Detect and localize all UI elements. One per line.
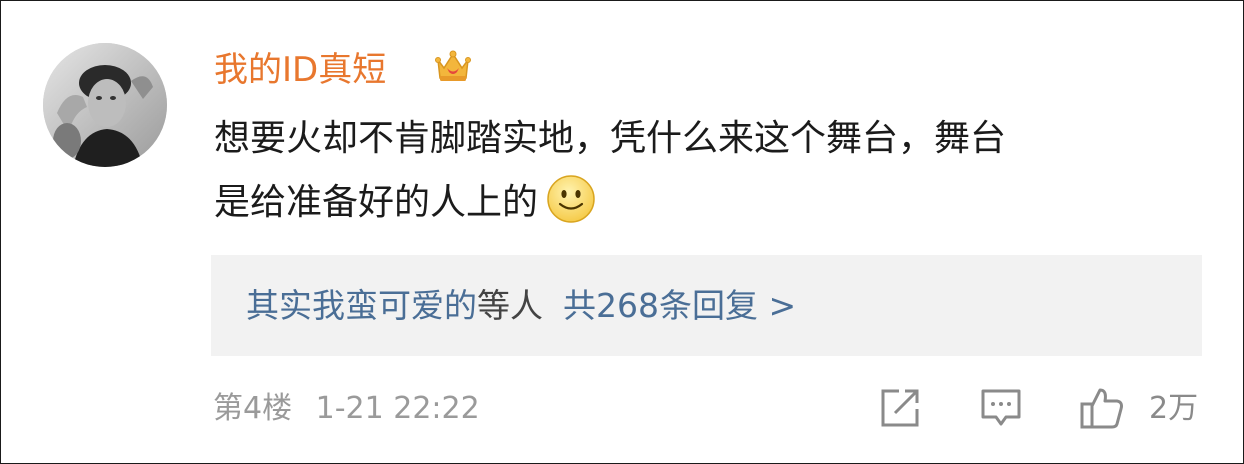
- comment-text-line-1: 想要火却不肯脚踏实地，凭什么来这个舞台，舞台: [214, 118, 1007, 159]
- like-count: 2万: [1149, 391, 1199, 426]
- avatar-photo: [43, 43, 167, 167]
- comment-icon[interactable]: [978, 385, 1024, 431]
- reply-users-link[interactable]: 其实我蛮可爱的: [246, 286, 477, 325]
- replies-summary: 其实我蛮可爱的等人 共268条回复 >: [246, 255, 796, 356]
- view-replies-link[interactable]: 共268条回复 >: [563, 286, 796, 325]
- crown-badge-icon: [433, 46, 473, 86]
- smiley-emoji-icon: [546, 174, 596, 224]
- thumbs-up-icon[interactable]: [1079, 385, 1125, 431]
- reply-and-text: 等人: [477, 286, 543, 325]
- timestamp: 1-21 22:22: [315, 391, 480, 426]
- comment-meta: 第4楼 1-21 22:22: [213, 387, 480, 431]
- comment-content: 想要火却不肯脚踏实地，凭什么来这个舞台，舞台 是给准备好的人上的: [214, 107, 1204, 235]
- username[interactable]: 我的ID真短: [214, 45, 386, 95]
- floor-number: 第4楼: [213, 391, 293, 426]
- comment-text-line-2-text: 是给准备好的人上的: [214, 182, 539, 223]
- avatar[interactable]: [43, 43, 167, 167]
- replies-preview[interactable]: 其实我蛮可爱的等人 共268条回复 >: [211, 255, 1202, 356]
- comment-text-line-2: 是给准备好的人上的: [214, 171, 1204, 235]
- share-icon[interactable]: [877, 385, 923, 431]
- comment-card: 我的ID真短 想要火却不肯脚踏实地，凭什么来这个舞台，舞台 是给准备好的人上的: [0, 0, 1244, 464]
